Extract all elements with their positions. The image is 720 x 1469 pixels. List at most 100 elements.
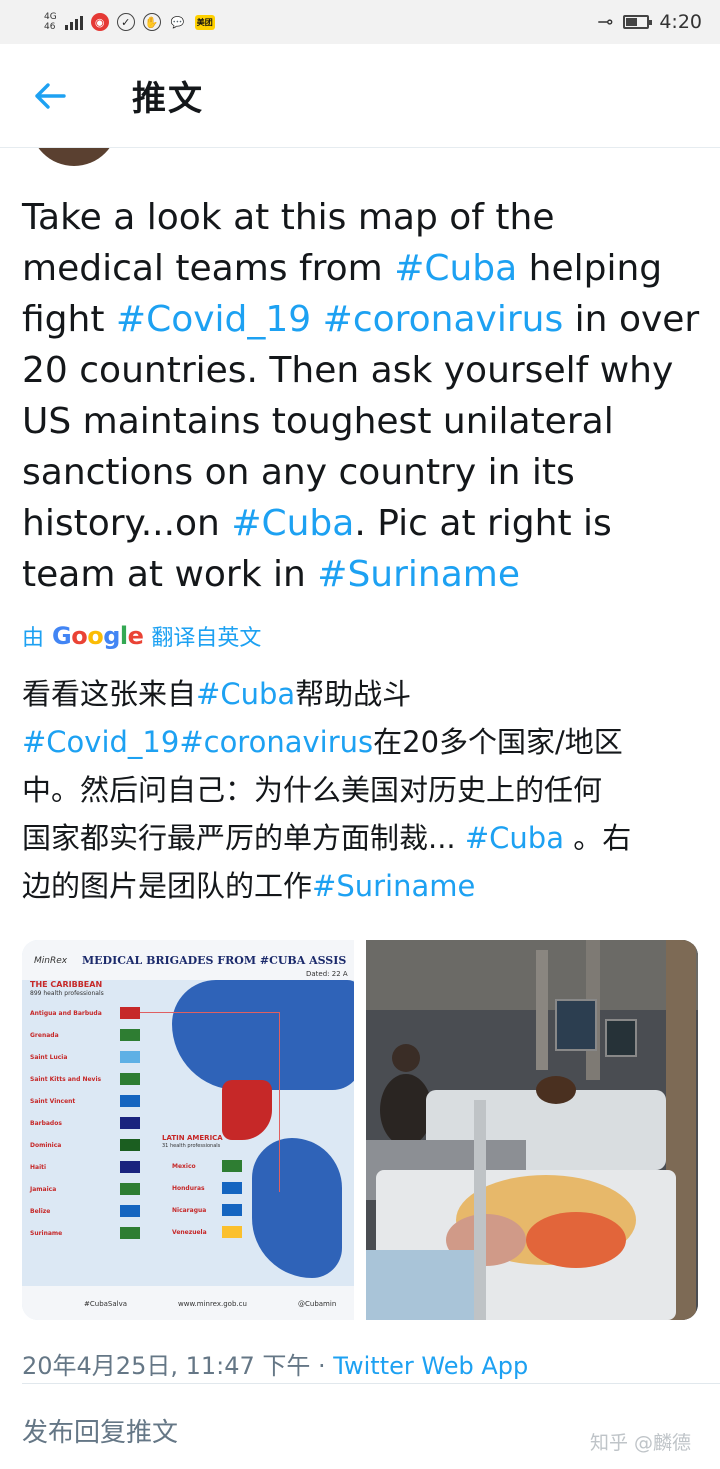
media-image-map[interactable]: MinRex MEDICAL BRIGADES FROM #CUBA ASSIS… <box>22 940 354 1320</box>
map-logo: MinRex <box>34 956 68 966</box>
text-segment: . Pic at right is <box>354 503 612 544</box>
map-footer: #CubaSalva www.minrex.gob.cu @Cubamin <box>22 1286 354 1320</box>
map-country-name: Haiti <box>30 1163 47 1171</box>
tweet-text: Take a look at this map of the medical te… <box>22 192 702 600</box>
map-country-row: Saint Kitts and Nevis <box>30 1068 140 1090</box>
wechat-icon: 💬 <box>170 15 185 29</box>
map-region-caribbean: THE CARIBBEAN <box>30 980 103 989</box>
status-right-icons: ⊸ 4:20 <box>597 11 702 33</box>
reply-input[interactable]: 发布回复推文 <box>22 1412 178 1449</box>
map-country-row: Grenada <box>30 1024 140 1046</box>
flag-icon <box>120 1007 140 1019</box>
hashtag-link[interactable]: #Cuba <box>465 821 564 855</box>
signal-icon <box>64 14 83 30</box>
divider <box>22 1383 720 1384</box>
map-country-name: Grenada <box>30 1031 59 1039</box>
arrow-left-icon <box>35 82 66 109</box>
translation-line: 看看这张来自#Cuba帮助战斗 <box>22 670 712 718</box>
map-caribbean-list: Antigua and Barbuda Grenada Saint Lucia Sai… <box>30 1002 140 1244</box>
map-country-name: Saint Vincent <box>30 1097 76 1105</box>
map-country-name: Saint Lucia <box>30 1053 68 1061</box>
map-dated: Dated: 22 A <box>306 970 348 978</box>
flag-icon <box>222 1182 242 1194</box>
status-bar: 4G 46 ◉ ✓ ✋ 💬 美团 ⊸ 4:20 <box>0 0 720 44</box>
map-country-row: Saint Lucia <box>30 1046 140 1068</box>
map-country-name: Belize <box>30 1207 51 1215</box>
tweet-line: team at work in #Suriname <box>22 549 702 600</box>
map-country-row: Saint Vincent <box>30 1090 140 1112</box>
flag-icon <box>222 1204 242 1216</box>
text-segment: 20 countries. Then ask yourself why <box>22 350 674 391</box>
tweet-source-link[interactable]: Twitter Web App <box>333 1352 528 1380</box>
tweet-line: US maintains toughest unilateral <box>22 396 702 447</box>
translation-line: 边的图片是团队的工作#Suriname <box>22 862 712 910</box>
translate-attribution[interactable]: 由 Google 翻译自英文 <box>22 620 261 652</box>
flag-icon <box>120 1161 140 1173</box>
map-country-name: Nicaragua <box>172 1206 207 1214</box>
map-country-name: Suriname <box>30 1229 63 1237</box>
tweet-line: medical teams from #Cuba helping <box>22 243 702 294</box>
text-segment: 。右 <box>563 821 632 855</box>
translate-suffix: 翻译自英文 <box>151 626 262 651</box>
map-country-row: Mexico <box>172 1155 242 1177</box>
flag-icon <box>120 1205 140 1217</box>
map-country-row: Suriname <box>30 1222 140 1244</box>
hashtag-link[interactable]: #Cuba <box>394 248 517 289</box>
translation-line: 中。然后问自己：为什么美国对历史上的任何 <box>22 766 712 814</box>
map-country-name: Honduras <box>172 1184 205 1192</box>
map-footer-handle: @Cubamin <box>298 1300 337 1308</box>
chat-bubble-icon: ✓ <box>116 13 135 31</box>
flag-icon <box>120 1029 140 1041</box>
hashtag-link[interactable]: #Suriname <box>317 554 520 595</box>
tweet-media: MinRex MEDICAL BRIGADES FROM #CUBA ASSIS… <box>22 940 698 1320</box>
map-country-row: Antigua and Barbuda <box>30 1002 140 1024</box>
flag-icon <box>120 1139 140 1151</box>
text-segment: history...on <box>22 503 232 544</box>
map-country-name: Antigua and Barbuda <box>30 1009 102 1017</box>
back-button[interactable] <box>0 44 100 148</box>
flag-icon <box>222 1160 242 1172</box>
tweet-line: 20 countries. Then ask yourself why <box>22 345 702 396</box>
key-icon: ⊸ <box>597 11 614 33</box>
map-country-name: Barbados <box>30 1119 62 1127</box>
tweet-timestamp: 20年4月25日, 11:47 下午 · Twitter Web App <box>22 1346 528 1381</box>
hashtag-link[interactable]: #Cuba <box>196 677 295 711</box>
hospital-photo <box>366 940 698 1320</box>
battery-icon <box>623 15 653 29</box>
map-country-row: Honduras <box>172 1177 242 1199</box>
text-segment <box>311 299 322 340</box>
text-segment: in over <box>563 299 700 340</box>
hashtag-link[interactable]: #Covid_19 <box>116 299 311 340</box>
network-type: 4G 46 <box>44 12 57 32</box>
text-segment: medical teams from <box>22 248 395 289</box>
map-country-row: Jamaica <box>30 1178 140 1200</box>
map-country-row: Barbados <box>30 1112 140 1134</box>
hashtag-link[interactable]: #coronavirus <box>323 299 564 340</box>
media-image-hospital[interactable] <box>366 940 698 1320</box>
text-segment: 中。然后问自己：为什么美国对历史上的任何 <box>22 773 603 807</box>
meituan-icon: 美团 <box>194 14 215 30</box>
tweet-line: sanctions on any country in its <box>22 447 702 498</box>
flag-icon <box>120 1095 140 1107</box>
status-left-icons: 4G 46 ◉ ✓ ✋ 💬 美团 <box>44 12 215 32</box>
translated-text: 看看这张来自#Cuba帮助战斗 #Covid_19#coronavirus在20多… <box>22 670 712 910</box>
map-country-name: Saint Kitts and Nevis <box>30 1075 102 1083</box>
text-segment: 在20多个国家/地区 <box>373 725 623 759</box>
page-title: 推文 <box>132 79 204 119</box>
text-segment: 国家都实行最严厉的单方面制裁... <box>22 821 465 855</box>
flag-icon <box>120 1227 140 1239</box>
hashtag-link[interactable]: #Suriname <box>312 869 475 903</box>
hashtag-link[interactable]: #Covid_19#coronavirus <box>22 725 373 759</box>
text-segment: sanctions on any country in its <box>22 452 575 493</box>
hashtag-link[interactable]: #Cuba <box>231 503 354 544</box>
meta-separator: · <box>310 1352 334 1380</box>
tweet-line: history...on #Cuba. Pic at right is <box>22 498 702 549</box>
map-country-row: Nicaragua <box>172 1199 242 1221</box>
map-country-row: Haiti <box>30 1156 140 1178</box>
text-segment: Take a look at this map of the <box>22 197 555 238</box>
translate-prefix: 由 <box>22 626 45 651</box>
text-segment: helping <box>517 248 663 289</box>
translation-line: #Covid_19#coronavirus在20多个国家/地区 <box>22 718 712 766</box>
map-footer-url: www.minrex.gob.cu <box>178 1300 247 1308</box>
flag-icon <box>222 1226 242 1238</box>
